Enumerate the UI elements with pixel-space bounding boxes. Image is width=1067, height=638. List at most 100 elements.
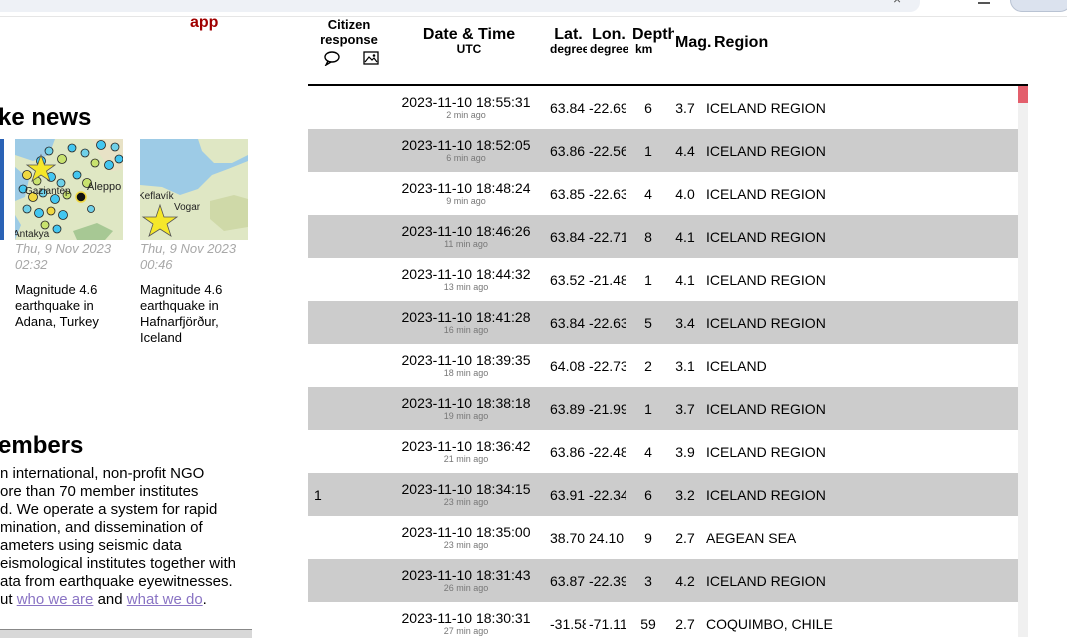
table-row[interactable]: 2023-11-10 18:55:31 2 min ago 63.84 -22.6…: [308, 86, 1018, 129]
header-lon[interactable]: Lon. degree: [590, 27, 628, 57]
table-row[interactable]: 2023-11-10 18:31:43 26 min ago 63.87 -22.…: [308, 559, 1018, 602]
news-card-map[interactable]: Aleppo Gaziantep Antakya: [15, 139, 123, 240]
header-citizen-response[interactable]: Citizen response: [312, 17, 386, 67]
news-card-time: 00:46: [140, 257, 173, 272]
app-link[interactable]: app: [190, 14, 218, 32]
header-depth-label: Depth: [632, 27, 674, 43]
event-time[interactable]: 2023-11-10 18:52:05 6 min ago: [400, 129, 532, 172]
event-magnitude: 4.4: [675, 142, 695, 159]
citizen-response-count: [314, 387, 344, 430]
members-text-suffix: .: [202, 591, 207, 608]
table-row[interactable]: 2023-11-10 18:52:05 6 min ago 63.86 -22.5…: [308, 129, 1018, 172]
citizen-response-count: [314, 344, 344, 387]
news-card-partial-map[interactable]: [0, 139, 4, 240]
table-row[interactable]: 2023-11-10 18:35:00 23 min ago 38.70 24.1…: [308, 516, 1018, 559]
event-region[interactable]: ICELAND REGION: [706, 172, 1006, 215]
event-time[interactable]: 2023-11-10 18:46:26 11 min ago: [400, 215, 532, 258]
event-lat: 63.84: [550, 314, 586, 331]
event-time[interactable]: 2023-11-10 18:44:32 13 min ago: [400, 258, 532, 301]
citizen-response-count: [314, 516, 344, 559]
event-region[interactable]: ICELAND: [706, 344, 1006, 387]
event-region[interactable]: ICELAND REGION: [706, 387, 1006, 430]
event-region[interactable]: ICELAND REGION: [706, 301, 1006, 344]
news-card-turkey[interactable]: Aleppo Gaziantep Antakya Thu, 9 Nov 2023…: [15, 139, 123, 330]
earthquake-table: Citizen response Date & Time UTC Lat. de…: [308, 0, 1028, 637]
citizen-response-count[interactable]: 1: [314, 473, 344, 516]
svg-text:Antakya: Antakya: [15, 229, 50, 240]
table-scrollbar[interactable]: [1018, 86, 1028, 637]
scrollbar-thumb[interactable]: [1018, 86, 1028, 103]
news-card-iceland[interactable]: Keflavík Vogar Thu, 9 Nov 2023 00:46 Mag…: [140, 139, 248, 346]
event-lon: -22.73: [589, 357, 626, 374]
event-time[interactable]: 2023-11-10 18:30:31 27 min ago: [400, 602, 532, 637]
event-region[interactable]: AEGEAN SEA: [706, 516, 1006, 559]
citizen-response-count: [314, 258, 344, 301]
event-region[interactable]: ICELAND REGION: [706, 559, 1006, 602]
header-mag[interactable]: Mag.: [675, 35, 715, 51]
table-row[interactable]: 2023-11-10 18:38:18 19 min ago 63.89 -21.…: [308, 387, 1018, 430]
event-time-value: 2023-11-10 18:52:05: [401, 137, 531, 153]
event-region[interactable]: ICELAND REGION: [706, 86, 1006, 129]
event-time[interactable]: 2023-11-10 18:39:35 18 min ago: [400, 344, 532, 387]
header-date-time[interactable]: Date & Time UTC: [408, 27, 530, 57]
event-lat: 63.89: [550, 400, 586, 417]
event-depth: 4: [644, 443, 652, 460]
table-row[interactable]: 1 2023-11-10 18:34:15 23 min ago 63.91 -2…: [308, 473, 1018, 516]
event-time[interactable]: 2023-11-10 18:55:31 2 min ago: [400, 86, 532, 129]
header-lon-label: Lon.: [592, 27, 626, 43]
table-row[interactable]: 2023-11-10 18:41:28 16 min ago 63.84 -22.…: [308, 301, 1018, 344]
event-magnitude: 3.2: [675, 486, 695, 503]
event-time-value: 2023-11-10 18:31:43: [401, 567, 531, 583]
event-time-value: 2023-11-10 18:48:24: [401, 180, 531, 196]
event-region[interactable]: ICELAND REGION: [706, 430, 1006, 473]
table-row[interactable]: 2023-11-10 18:39:35 18 min ago 64.08 -22.…: [308, 344, 1018, 387]
event-time-ago: 27 min ago: [443, 626, 489, 636]
event-time[interactable]: 2023-11-10 18:35:00 23 min ago: [400, 516, 532, 559]
event-region[interactable]: ICELAND REGION: [706, 129, 1006, 172]
table-row[interactable]: 2023-11-10 18:44:32 13 min ago 63.52 -21.…: [308, 258, 1018, 301]
event-time[interactable]: 2023-11-10 18:38:18 19 min ago: [400, 387, 532, 430]
event-time-value: 2023-11-10 18:34:15: [401, 481, 531, 497]
news-card-title[interactable]: Magnitude 4.6 earthquake in Adana, Turke…: [15, 282, 123, 330]
event-region[interactable]: ICELAND REGION: [706, 215, 1006, 258]
event-depth: 4: [644, 185, 652, 202]
news-card-title[interactable]: Magnitude 4.6 earthquake in Hafnarfjörðu…: [140, 282, 248, 346]
what-we-do-link[interactable]: what we do: [127, 591, 203, 608]
table-row[interactable]: 2023-11-10 18:48:24 9 min ago 63.85 -22.6…: [308, 172, 1018, 215]
event-lon: -22.69: [589, 99, 626, 116]
event-time[interactable]: 2023-11-10 18:34:15 23 min ago: [400, 473, 532, 516]
event-magnitude: 4.0: [675, 185, 695, 202]
event-time-ago: 16 min ago: [443, 325, 489, 335]
header-response-label: response: [320, 32, 378, 47]
event-region[interactable]: ICELAND REGION: [706, 473, 1006, 516]
event-time[interactable]: 2023-11-10 18:41:28 16 min ago: [400, 301, 532, 344]
event-lon: -71.11: [589, 615, 626, 632]
event-time[interactable]: 2023-11-10 18:48:24 9 min ago: [400, 172, 532, 215]
who-we-are-link[interactable]: who we are: [17, 591, 94, 608]
event-lon: -22.34: [589, 486, 626, 503]
event-magnitude: 3.7: [675, 99, 695, 116]
event-depth: 1: [644, 142, 652, 159]
event-time-value: 2023-11-10 18:39:35: [401, 352, 531, 368]
event-magnitude: 3.1: [675, 357, 695, 374]
header-lat[interactable]: Lat. degree: [550, 27, 587, 57]
table-row[interactable]: 2023-11-10 18:36:42 21 min ago 63.86 -22.…: [308, 430, 1018, 473]
table-row[interactable]: 2023-11-10 18:46:26 11 min ago 63.84 -22.…: [308, 215, 1018, 258]
table-row[interactable]: 2023-11-10 18:30:31 27 min ago -31.58 -71…: [308, 602, 1018, 637]
event-time-ago: 19 min ago: [443, 411, 489, 421]
members-line: ata from earthquake eyewitnesses.: [0, 573, 233, 590]
event-region[interactable]: ICELAND REGION: [706, 258, 1006, 301]
header-depth-unit: km: [635, 42, 653, 56]
event-lat: 63.91: [550, 486, 586, 503]
event-lon: -22.48: [589, 443, 626, 460]
event-time[interactable]: 2023-11-10 18:36:42 21 min ago: [400, 430, 532, 473]
header-depth[interactable]: Depth km: [632, 27, 674, 57]
event-lon: -22.63: [589, 314, 626, 331]
event-lat: 63.84: [550, 228, 586, 245]
iceland-map-image: Keflavík Vogar: [140, 139, 248, 240]
news-card-map[interactable]: Keflavík Vogar: [140, 139, 248, 240]
header-region[interactable]: Region: [714, 35, 784, 51]
event-lon: -22.63: [589, 185, 626, 202]
event-time[interactable]: 2023-11-10 18:31:43 26 min ago: [400, 559, 532, 602]
event-region[interactable]: COQUIMBO, CHILE: [706, 602, 1006, 637]
